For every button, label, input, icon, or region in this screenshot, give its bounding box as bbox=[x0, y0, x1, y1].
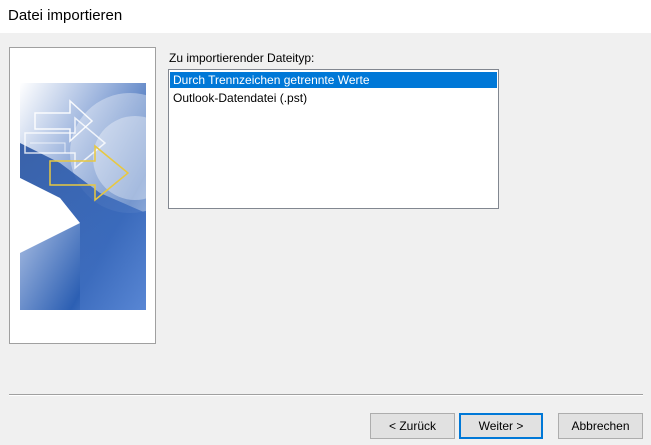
list-item-pst[interactable]: Outlook-Datendatei (.pst) bbox=[170, 90, 497, 106]
file-type-listbox[interactable]: Durch Trennzeichen getrennte Werte Outlo… bbox=[168, 69, 499, 209]
import-arrows-graphic bbox=[20, 83, 146, 310]
title-bar: Datei importieren bbox=[0, 0, 651, 33]
list-item-csv[interactable]: Durch Trennzeichen getrennte Werte bbox=[170, 72, 497, 88]
next-button[interactable]: Weiter > bbox=[459, 413, 543, 439]
window-title: Datei importieren bbox=[8, 7, 123, 24]
back-button[interactable]: < Zurück bbox=[370, 413, 455, 439]
separator-line bbox=[9, 394, 643, 396]
cancel-button[interactable]: Abbrechen bbox=[558, 413, 643, 439]
wizard-image-panel bbox=[9, 47, 156, 344]
file-type-label: Zu importierender Dateityp: bbox=[169, 51, 315, 65]
